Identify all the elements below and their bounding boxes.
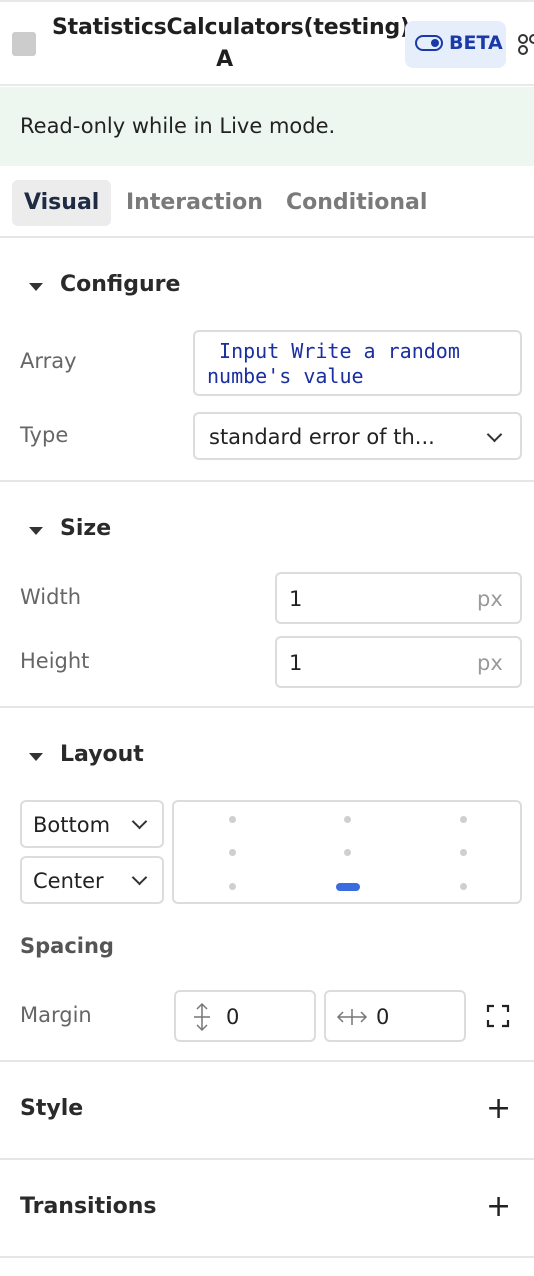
- divider: [0, 1256, 534, 1258]
- tab-conditional[interactable]: Conditional: [274, 180, 439, 226]
- plus-icon[interactable]: +: [486, 1094, 511, 1124]
- section-transitions-title[interactable]: Transitions: [20, 1194, 157, 1219]
- alignment-grid[interactable]: [172, 800, 522, 904]
- width-value: 1: [289, 587, 303, 611]
- caret-down-icon[interactable]: [29, 283, 43, 291]
- horizontal-align-value: Center: [33, 869, 104, 893]
- type-label: Type: [20, 423, 69, 447]
- beta-label: BETA: [449, 32, 503, 54]
- margin-vertical-input[interactable]: 0: [174, 990, 316, 1042]
- margin-vertical-value: 0: [226, 1005, 240, 1029]
- align-middle-right[interactable]: [460, 849, 467, 856]
- section-layout-title[interactable]: Layout: [60, 742, 144, 767]
- vertical-margin-icon: [194, 1002, 210, 1032]
- vertical-align-value: Bottom: [33, 813, 111, 837]
- align-bottom-left[interactable]: [229, 883, 236, 890]
- chevron-down-icon: [131, 869, 148, 886]
- component-checkbox[interactable]: [12, 32, 36, 56]
- align-middle-center[interactable]: [344, 849, 351, 856]
- horizontal-margin-icon: [336, 1009, 368, 1025]
- array-input-value: Input Write a random numbe's value: [207, 339, 472, 388]
- caret-down-icon[interactable]: [29, 753, 43, 761]
- chevron-down-icon: [131, 813, 148, 830]
- section-size-title[interactable]: Size: [60, 516, 111, 541]
- margin-horizontal-input[interactable]: 0: [324, 990, 466, 1042]
- align-top-left[interactable]: [229, 816, 236, 823]
- align-bottom-center-selected[interactable]: [336, 883, 360, 891]
- width-label: Width: [20, 585, 82, 609]
- component-title: StatisticsCalculators(testing) A: [52, 15, 410, 72]
- tab-visual[interactable]: Visual: [12, 180, 112, 226]
- spacing-title: Spacing: [20, 934, 114, 958]
- divider: [0, 480, 534, 482]
- align-bottom-right[interactable]: [460, 883, 467, 890]
- horizontal-align-select[interactable]: Center: [20, 856, 164, 904]
- divider: [0, 236, 534, 238]
- height-label: Height: [20, 649, 90, 673]
- array-input[interactable]: Input Write a random numbe's value: [193, 330, 522, 396]
- plus-icon[interactable]: +: [486, 1192, 511, 1222]
- live-mode-notice: Read-only while in Live mode.: [0, 87, 534, 166]
- height-value: 1: [289, 651, 303, 675]
- align-top-center[interactable]: [344, 816, 351, 823]
- margin-horizontal-value: 0: [376, 1005, 390, 1029]
- tab-interaction[interactable]: Interaction: [114, 180, 275, 226]
- type-select[interactable]: standard error of th...: [193, 412, 522, 460]
- caret-down-icon[interactable]: [29, 527, 43, 535]
- array-label: Array: [20, 349, 77, 373]
- beta-toggle-button[interactable]: BETA: [405, 21, 506, 68]
- height-unit: px: [477, 651, 503, 675]
- chevron-down-icon: [486, 426, 503, 443]
- divider: [0, 1158, 534, 1160]
- vertical-align-select[interactable]: Bottom: [20, 800, 164, 848]
- align-middle-left[interactable]: [229, 849, 236, 856]
- align-top-right[interactable]: [460, 816, 467, 823]
- divider: [0, 1060, 534, 1062]
- section-configure-title[interactable]: Configure: [60, 272, 180, 297]
- toggle-icon: [415, 35, 443, 51]
- height-input[interactable]: 1 px: [275, 636, 522, 688]
- type-select-value: standard error of th...: [209, 425, 435, 449]
- width-unit: px: [477, 587, 503, 611]
- more-icon[interactable]: [516, 29, 534, 59]
- margin-label: Margin: [20, 1003, 92, 1027]
- section-style-title[interactable]: Style: [20, 1096, 83, 1121]
- expand-icon[interactable]: [486, 1004, 510, 1028]
- width-input[interactable]: 1 px: [275, 572, 522, 624]
- divider: [0, 706, 534, 708]
